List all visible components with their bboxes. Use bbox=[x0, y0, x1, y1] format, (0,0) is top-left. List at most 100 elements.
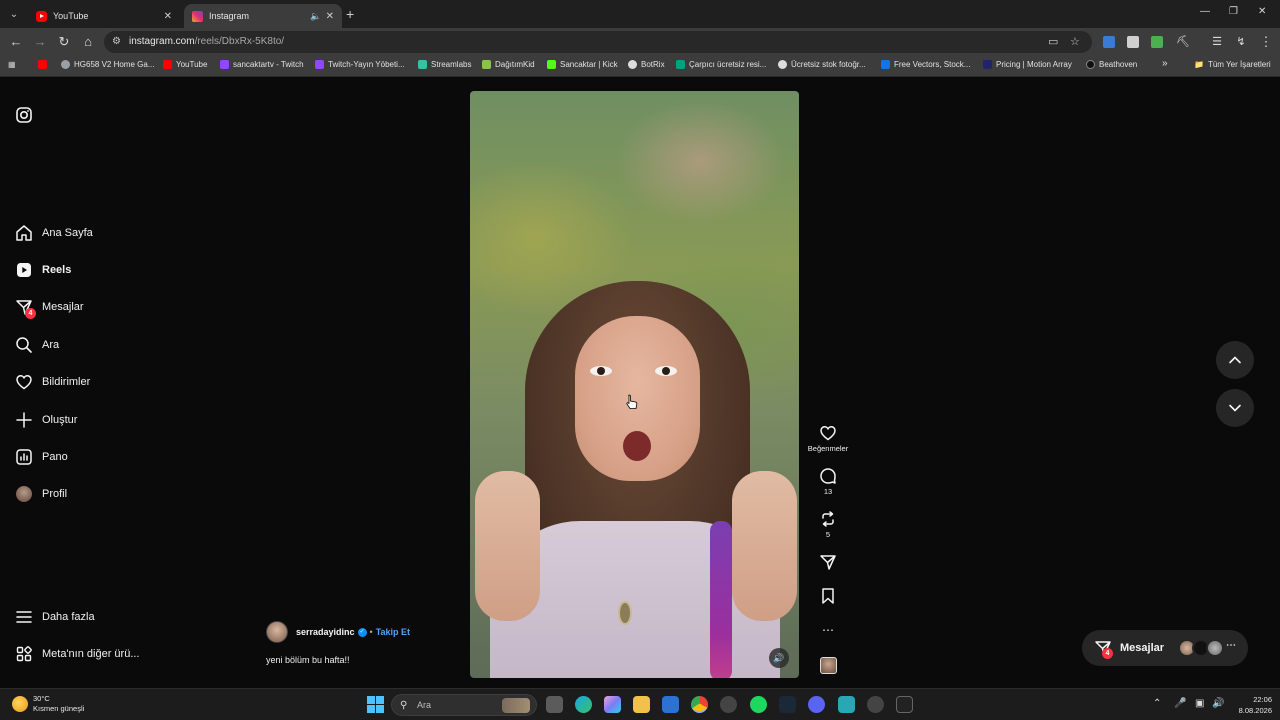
discord-icon[interactable] bbox=[808, 696, 825, 713]
bookmark-item[interactable]: DağıtımKid bbox=[482, 60, 535, 69]
bookmark-item[interactable]: Beathoven bbox=[1086, 60, 1137, 69]
weather-widget[interactable]: 30°C Kısmen güneşli bbox=[12, 694, 84, 714]
address-bar[interactable]: ⚙ instagram.com/reels/DbxRx-5K8to/ ▭ ☆ bbox=[104, 31, 1092, 53]
bookmark-star-icon[interactable]: ☆ bbox=[1070, 35, 1080, 48]
reel-video[interactable]: 🔊 bbox=[470, 91, 799, 678]
volume-icon[interactable]: 🔊 bbox=[1212, 698, 1224, 709]
media-control-icon[interactable]: ☰ bbox=[1209, 34, 1225, 50]
repost-button[interactable]: 5 bbox=[806, 510, 850, 539]
avatar[interactable] bbox=[266, 621, 288, 643]
home-button[interactable]: ⌂ bbox=[80, 34, 96, 50]
outlook-icon[interactable] bbox=[662, 696, 679, 713]
minimize-button[interactable]: — bbox=[1200, 6, 1210, 17]
install-app-icon[interactable]: ▭ bbox=[1048, 35, 1058, 48]
start-windows-icon[interactable] bbox=[367, 696, 384, 718]
bookmark-item[interactable] bbox=[38, 60, 51, 69]
more-bookmarks-button[interactable]: » bbox=[1162, 58, 1168, 69]
settings-gear-icon[interactable] bbox=[867, 696, 884, 713]
taskbar-search-box[interactable]: ⚲ Ara bbox=[391, 694, 537, 716]
sidebar-item-create[interactable]: Oluştur bbox=[14, 410, 77, 430]
reload-button[interactable]: ↻ bbox=[56, 34, 72, 50]
taskbar-clock[interactable]: 22:06 8.08.2026 bbox=[1232, 694, 1272, 716]
extension-shield-icon[interactable] bbox=[1103, 36, 1115, 48]
bookmark-item[interactable]: Çarpıcı ücretsiz resi... bbox=[676, 60, 766, 69]
steam-icon[interactable] bbox=[779, 696, 796, 713]
bookmark-item[interactable]: sancaktartv - Twitch bbox=[220, 60, 304, 69]
bookmark-item[interactable]: Free Vectors, Stock... bbox=[881, 60, 970, 69]
audio-thumbnail[interactable] bbox=[806, 657, 850, 674]
comment-button[interactable]: 13 bbox=[806, 467, 850, 496]
bookmark-item[interactable]: Ücretsiz stok fotoğr... bbox=[778, 60, 866, 69]
spotify-icon[interactable] bbox=[750, 696, 767, 713]
next-reel-button[interactable] bbox=[1216, 389, 1254, 427]
bookmark-label: BotRix bbox=[641, 60, 665, 69]
back-button[interactable]: ← bbox=[8, 34, 24, 50]
username-link[interactable]: serradayidinc bbox=[296, 627, 355, 637]
apps-grid-icon[interactable]: ▦ bbox=[8, 60, 16, 69]
reel-author: serradayidinc ✓ • Takip Et bbox=[266, 621, 410, 643]
instagram-logo-icon[interactable] bbox=[16, 107, 32, 128]
performance-icon[interactable]: ↯ bbox=[1233, 34, 1249, 50]
share-paper-plane-icon bbox=[820, 555, 836, 570]
bookmark-item[interactable]: Pricing | Motion Array bbox=[983, 60, 1072, 69]
sidebar-item-reels[interactable]: Reels bbox=[14, 260, 71, 280]
bookmark-item[interactable]: HG658 V2 Home Ga... bbox=[61, 60, 154, 69]
more-options-icon[interactable]: ⋯ bbox=[806, 623, 850, 637]
weather-temperature: 30°C bbox=[33, 694, 50, 703]
hand-cursor-icon bbox=[626, 394, 638, 409]
messages-floating-button[interactable]: 4 Mesajlar ⋯ bbox=[1082, 630, 1248, 666]
copilot-icon[interactable] bbox=[604, 696, 621, 713]
close-tab-icon[interactable]: ✕ bbox=[326, 11, 334, 22]
folder-icon: 📁 bbox=[1194, 60, 1204, 69]
forward-button[interactable]: → bbox=[32, 34, 48, 50]
bookmark-item[interactable]: BotRix bbox=[628, 60, 665, 69]
sidebar-item-notifications[interactable]: Bildirimler bbox=[14, 372, 90, 392]
bookmark-item[interactable]: Sancaktar | Kick bbox=[547, 60, 618, 69]
sidebar-item-messages[interactable]: 4 Mesajlar bbox=[14, 297, 84, 319]
sidebar-item-home[interactable]: Ana Sayfa bbox=[14, 223, 93, 243]
bookmark-item[interactable]: YouTube bbox=[163, 60, 207, 69]
extension-camera-icon[interactable] bbox=[1127, 36, 1139, 48]
epic-games-icon[interactable] bbox=[896, 696, 913, 713]
search-icon: ⚲ bbox=[400, 700, 408, 711]
extensions-puzzle-icon[interactable]: ⛏ bbox=[1175, 34, 1191, 50]
sidebar-item-search[interactable]: Ara bbox=[14, 335, 59, 355]
app-icon[interactable] bbox=[720, 696, 737, 713]
file-explorer-icon[interactable] bbox=[633, 696, 650, 713]
sidebar-more-button[interactable]: Daha fazla bbox=[14, 607, 95, 627]
separator-dot: • bbox=[369, 627, 373, 637]
like-button[interactable]: Beğenmeler bbox=[806, 424, 850, 453]
video-pendant bbox=[618, 601, 632, 625]
network-icon[interactable]: ▣ bbox=[1195, 698, 1204, 709]
sidebar-meta-products-button[interactable]: Meta'nın diğer ürü... bbox=[14, 644, 140, 664]
bookmark-label: Sancaktar | Kick bbox=[560, 60, 618, 69]
extension-sheet-icon[interactable] bbox=[1151, 36, 1163, 48]
sidebar-item-dashboard[interactable]: Pano bbox=[14, 447, 68, 467]
show-hidden-icons-chevron-up-icon[interactable]: ⌃ bbox=[1153, 698, 1161, 709]
site-info-icon[interactable]: ⚙ bbox=[112, 36, 121, 47]
restore-button[interactable]: ❐ bbox=[1229, 6, 1238, 17]
edge-browser-icon[interactable] bbox=[575, 696, 592, 713]
follow-button[interactable]: Takip Et bbox=[376, 627, 410, 637]
new-tab-button[interactable]: + bbox=[346, 6, 354, 22]
previous-reel-button[interactable] bbox=[1216, 341, 1254, 379]
share-button[interactable] bbox=[806, 553, 850, 573]
bookmark-item[interactable]: Twitch-Yayın Yöbeti... bbox=[315, 60, 405, 69]
mute-toggle-icon[interactable]: 🔊 bbox=[769, 648, 789, 668]
comment-icon bbox=[820, 468, 836, 484]
app-icon[interactable] bbox=[838, 696, 855, 713]
chrome-icon[interactable] bbox=[691, 696, 708, 713]
save-button[interactable] bbox=[806, 587, 850, 607]
tab-youtube[interactable]: YouTube ✕ bbox=[28, 4, 180, 28]
close-window-button[interactable]: ✕ bbox=[1258, 6, 1266, 17]
tab-search-chevron-icon[interactable]: ⌄ bbox=[4, 4, 24, 24]
all-bookmarks-folder[interactable]: 📁 Tüm Yer İşaretleri bbox=[1194, 60, 1271, 69]
close-tab-icon[interactable]: ✕ bbox=[164, 11, 172, 22]
tab-instagram[interactable]: Instagram 🔈 ✕ bbox=[184, 4, 342, 28]
speaker-icon[interactable]: 🔈 bbox=[310, 11, 321, 22]
menu-kebab-icon[interactable]: ⋮ bbox=[1258, 34, 1274, 50]
bookmark-item[interactable]: Streamlabs bbox=[418, 60, 471, 69]
microphone-icon[interactable]: 🎤 bbox=[1174, 698, 1186, 709]
task-view-icon[interactable] bbox=[546, 696, 563, 713]
sidebar-item-profile[interactable]: Profil bbox=[14, 484, 67, 504]
